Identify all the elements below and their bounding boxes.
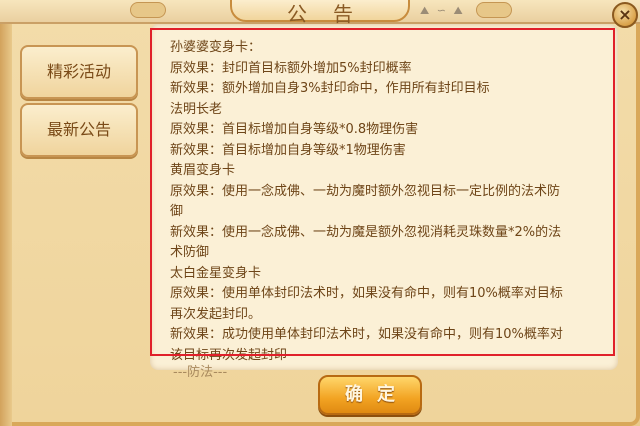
cloud-ornament-right [476,2,512,18]
announcement-line: 原效果：首目标增加自身等级*0.8物理伤害 [170,122,419,137]
announcement-text: 孙婆婆变身卡： 原效果：封印首目标额外增加5%封印概率 新效果：额外增加自身3%… [170,38,610,366]
announcement-line: 原效果：封印首目标额外增加5%封印概率 [170,60,412,76]
announcement-line: 太白金星变身卡 [170,265,262,281]
announcement-line: 新效果：额外增加自身3%封印命中，作用所有封印目标 [170,81,490,96]
announcement-line: 法明长老 [170,101,223,117]
announcement-line: 孙婆婆变身卡： [170,40,262,55]
announcement-line: 新效果：使用一念成佛、一劫为魔是额外忽视消耗灵珠数量*2%的法 术防御 [170,224,562,261]
title-plate: 公告 [230,0,410,26]
announcement-line: 原效果：使用一念成佛、一劫为魔时额外忽视目标一定比例的法术防 御 [170,183,561,220]
announcement-line: 黄眉变身卡 [170,163,236,178]
left-border [0,22,12,426]
announcement-panel[interactable]: 孙婆婆变身卡： 原效果：封印首目标额外增加5%封印概率 新效果：额外增加自身3%… [150,24,618,370]
announcement-line: 原效果：使用单体封印法术时，如果没有命中，则有10%概率对目标 再次发起封印。 [170,286,563,322]
dialog-title: 公告 [287,2,379,26]
announcement-line: 新效果：首目标增加自身等级*1物理伤害 [170,142,406,158]
close-button[interactable]: × [612,2,638,28]
announcement-trailing-line: ---防法--- [173,365,228,380]
cloud-ornament-left [130,2,166,18]
confirm-button[interactable]: 确定 [318,375,422,415]
announcement-line: 新效果：成功使用单体封印法术时，如果没有命中，则有10%概率对 该目标再次发起封… [170,327,563,363]
ink-landscape-decoration: ⛰ ∽ ⛰ [420,4,465,17]
tab-announcements[interactable]: 最新公告 [20,103,138,157]
tab-events[interactable]: 精彩活动 [20,45,138,99]
